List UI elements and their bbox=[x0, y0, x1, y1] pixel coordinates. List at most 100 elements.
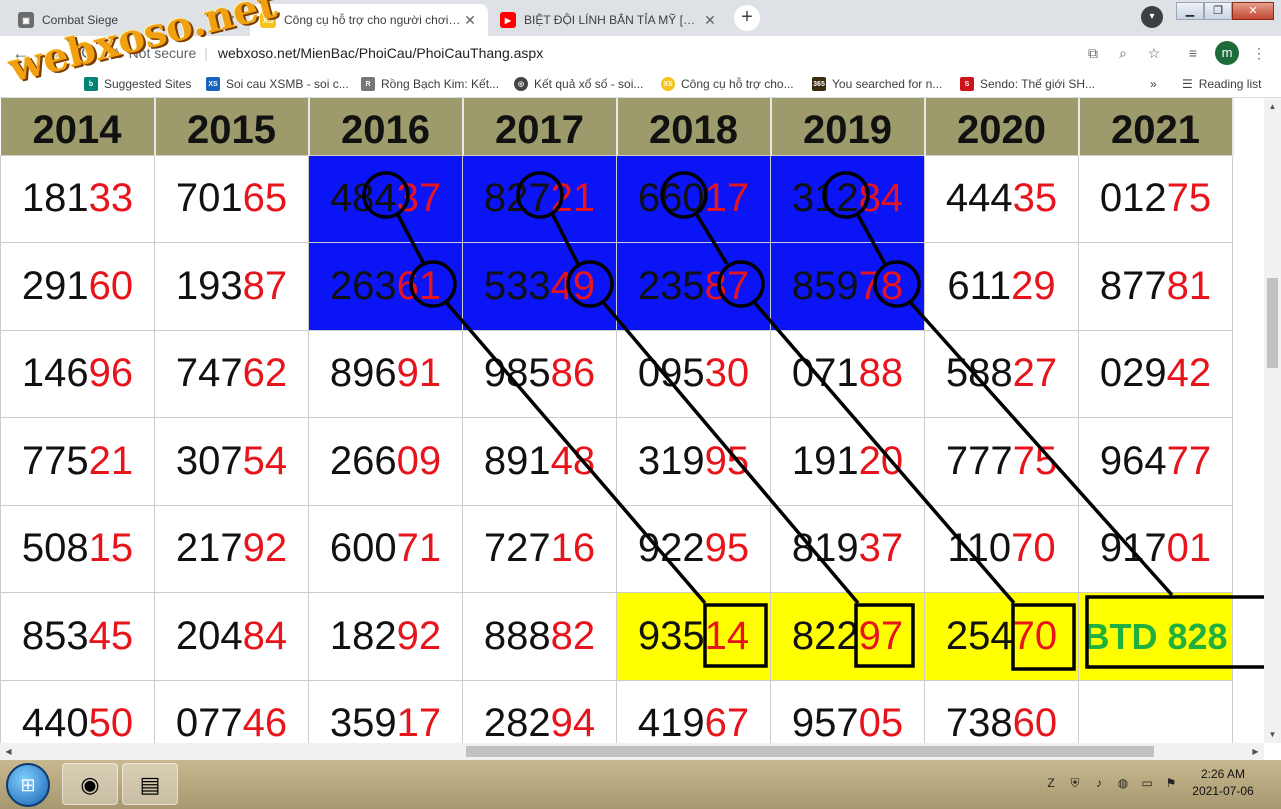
prefix-digits: 182 bbox=[329, 613, 397, 658]
close-tab-icon[interactable]: ✕ bbox=[462, 12, 478, 29]
bookmark-you-searched[interactable]: 365 You searched for n... bbox=[812, 76, 942, 92]
star-bookmark-icon[interactable]: ☆ bbox=[1145, 44, 1163, 62]
url-text: webxoso.net/MienBac/PhoiCau/PhoiCauThang… bbox=[217, 45, 544, 61]
zalo-icon[interactable]: Z bbox=[1042, 774, 1060, 792]
table-row: 77521 30754 26609 89148 31995 19120 77775 96477 bbox=[0, 417, 1233, 506]
last-two-digits: 20 bbox=[858, 438, 904, 483]
bookmark-sendo[interactable]: S Sendo: Thế giới SH... bbox=[960, 76, 1095, 92]
bookmark-rong-bach-kim[interactable]: R Rồng Bạch Kim: Kết... bbox=[361, 76, 499, 92]
result-cell: 48437 bbox=[308, 154, 463, 243]
result-cell: 73860 bbox=[924, 679, 1079, 743]
prefix-digits: 312 bbox=[791, 176, 859, 221]
address-bar[interactable]: ⚠ Not secure | webxoso.net/MienBac/PhoiC… bbox=[110, 41, 1070, 65]
result-cell: 61129 bbox=[924, 242, 1079, 331]
last-two-digits: 60 bbox=[1012, 701, 1058, 743]
tab-combat-siege[interactable]: ▣ Combat Siege ✕ bbox=[8, 4, 248, 36]
last-two-digits: 96 bbox=[88, 351, 134, 396]
result-cell: 21792 bbox=[154, 504, 309, 593]
result-cell: 60071 bbox=[308, 504, 463, 593]
last-two-digits: 62 bbox=[242, 351, 288, 396]
tab-search-icon[interactable]: ▾ bbox=[1141, 6, 1163, 28]
prefix-digits: 859 bbox=[791, 263, 859, 308]
result-cell: 26361 bbox=[308, 242, 463, 331]
table-row: 85345 20484 18292 88882 93514 82297 25470 BTD 8… bbox=[0, 592, 1233, 681]
result-cell: 31284 bbox=[770, 154, 925, 243]
bookmarks-bar: b Suggested Sites XS Soi cau XSMB - soi … bbox=[0, 70, 1281, 98]
scroll-thumb[interactable] bbox=[466, 746, 1154, 757]
year-header: 2019 bbox=[770, 98, 926, 155]
prefix-digits: 254 bbox=[945, 613, 1013, 658]
prefix-digits: 444 bbox=[945, 176, 1013, 221]
windows-logo-icon: ⊞ bbox=[20, 775, 36, 795]
bookmark-ket-qua[interactable]: ◎ Kết quả xổ số - soi... bbox=[514, 76, 643, 92]
result-cell: 77521 bbox=[0, 417, 155, 506]
chrome-icon[interactable]: ◉ bbox=[62, 763, 118, 805]
clock-date: 2021-07-06 bbox=[1192, 784, 1254, 798]
scroll-left-icon[interactable]: ◀ bbox=[0, 743, 17, 760]
back-icon[interactable]: ← bbox=[10, 42, 32, 64]
menu-icon[interactable]: ⋮ bbox=[1250, 44, 1268, 62]
prefix-digits: 891 bbox=[483, 438, 551, 483]
vertical-scrollbar[interactable]: ▲ ▼ bbox=[1264, 98, 1281, 743]
last-two-digits: 87 bbox=[704, 263, 750, 308]
last-two-digits: 01 bbox=[1166, 526, 1212, 571]
profile-avatar[interactable]: m bbox=[1215, 41, 1239, 65]
close-tab-icon[interactable]: ✕ bbox=[222, 12, 238, 29]
last-two-digits: 77 bbox=[1166, 438, 1212, 483]
popup-blocked-icon[interactable]: ⧉ bbox=[1084, 44, 1102, 62]
result-cell: 88882 bbox=[462, 592, 617, 681]
prefix-digits: 819 bbox=[791, 526, 859, 571]
prefix-digits: 853 bbox=[21, 613, 89, 658]
tab-cong-cu[interactable]: XS Công cụ hỗ trợ cho người chơi xổ số ✕ bbox=[250, 4, 488, 36]
reading-list-button[interactable]: ☰ Reading list bbox=[1182, 76, 1261, 92]
close-tab-icon[interactable]: ✕ bbox=[702, 12, 718, 29]
last-two-digits: 21 bbox=[88, 438, 134, 483]
last-two-digits: 17 bbox=[396, 701, 442, 743]
file-explorer-icon[interactable]: ▤ bbox=[122, 763, 178, 805]
tab-title: Công cụ hỗ trợ cho người chơi xổ số bbox=[284, 13, 462, 27]
minimize-button[interactable]: ▁ bbox=[1176, 2, 1204, 20]
result-cell: 66017 bbox=[616, 154, 771, 243]
prefix-digits: 110 bbox=[947, 526, 1012, 571]
prefix-digits: 877 bbox=[1099, 263, 1167, 308]
forward-icon[interactable]: → bbox=[42, 42, 64, 64]
shield-icon[interactable]: ⛨ bbox=[1066, 774, 1084, 792]
start-button[interactable]: ⊞ bbox=[6, 763, 50, 807]
bookmark-suggested-sites[interactable]: b Suggested Sites bbox=[84, 76, 191, 92]
media-control-icon[interactable]: ≡ bbox=[1184, 44, 1202, 62]
tab-youtube[interactable]: ▶ BIỆT ĐỘI LÍNH BẮN TỈA MỸ [Thuyết minh]… bbox=[490, 4, 728, 36]
close-window-button[interactable]: ✕ bbox=[1232, 2, 1274, 20]
horizontal-scrollbar[interactable]: ◀ ▶ bbox=[0, 743, 1264, 760]
result-cell: 74762 bbox=[154, 329, 309, 418]
result-cell: 02942 bbox=[1078, 329, 1233, 418]
bookmark-soi-cau[interactable]: XS Soi cau XSMB - soi c... bbox=[206, 76, 349, 92]
scroll-right-icon[interactable]: ▶ bbox=[1247, 743, 1264, 760]
scroll-up-icon[interactable]: ▲ bbox=[1264, 98, 1281, 115]
bookmark-cong-cu[interactable]: XS Công cụ hỗ trợ cho... bbox=[661, 76, 794, 92]
volume-icon[interactable]: ♪ bbox=[1090, 774, 1108, 792]
year-header: 2014 bbox=[0, 98, 156, 155]
browser-toolbar: ← → ↻ ⚠ Not secure | webxoso.net/MienBac… bbox=[0, 36, 1281, 70]
zoom-icon[interactable]: ⌕ bbox=[1114, 44, 1132, 62]
new-tab-button[interactable]: + bbox=[734, 5, 760, 31]
xs-icon: XS bbox=[206, 77, 220, 91]
prefix-digits: 307 bbox=[175, 438, 243, 483]
last-two-digits: 15 bbox=[88, 526, 134, 571]
action-center-icon[interactable]: ⚑ bbox=[1162, 774, 1180, 792]
scroll-down-icon[interactable]: ▼ bbox=[1264, 726, 1281, 743]
screen-icon[interactable]: ▭ bbox=[1138, 774, 1156, 792]
result-cell bbox=[1078, 679, 1233, 743]
more-bookmarks-button[interactable]: » bbox=[1150, 76, 1157, 92]
last-two-digits: 75 bbox=[1166, 176, 1212, 221]
reload-icon[interactable]: ↻ bbox=[76, 42, 98, 64]
last-two-digits: 84 bbox=[242, 613, 288, 658]
system-clock[interactable]: 2:26 AM 2021-07-06 bbox=[1183, 766, 1263, 800]
maximize-button[interactable]: ❐ bbox=[1204, 2, 1232, 20]
scroll-thumb[interactable] bbox=[1267, 278, 1278, 368]
prefix-digits: 775 bbox=[21, 438, 89, 483]
last-two-digits: 70 bbox=[1011, 526, 1056, 571]
365-icon: 365 bbox=[812, 77, 826, 91]
bookmark-label: Soi cau XSMB - soi c... bbox=[226, 77, 349, 91]
network-icon[interactable]: ◍ bbox=[1114, 774, 1132, 792]
result-cell: 29160 bbox=[0, 242, 155, 331]
